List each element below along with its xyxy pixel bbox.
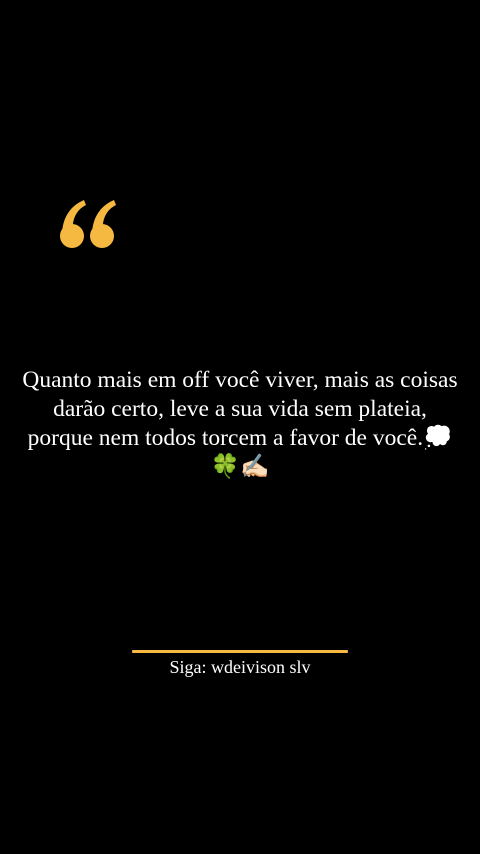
follow-credit: Siga: wdeivison slv xyxy=(169,657,311,677)
open-double-quote-icon xyxy=(56,180,126,260)
quote-glyph-right xyxy=(90,200,116,248)
quote-glyph-left xyxy=(60,200,86,248)
divider-line xyxy=(132,650,348,653)
quote-text: Quanto mais em off você viver, mais as c… xyxy=(22,367,458,480)
post-canvas: Quanto mais em off você viver, mais as c… xyxy=(0,0,480,854)
